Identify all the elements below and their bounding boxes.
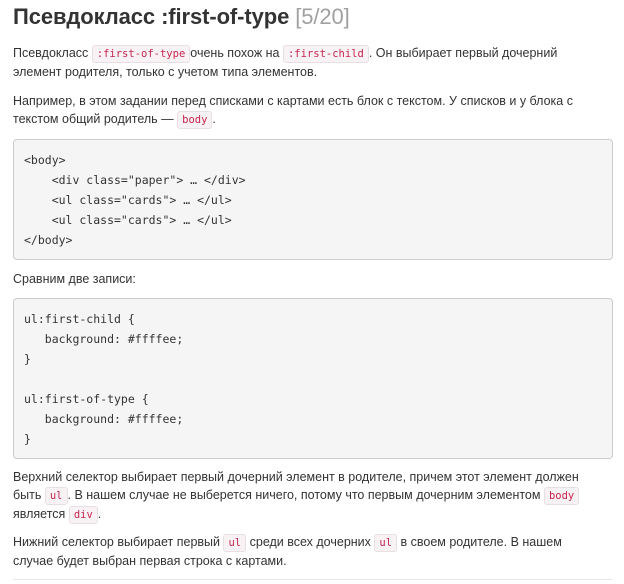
- text: является: [13, 507, 69, 521]
- text: Верхний селектор выбирает первый дочерни…: [13, 470, 579, 484]
- text: случае будет выбран первая строка с карт…: [13, 554, 287, 568]
- text: .: [97, 507, 102, 521]
- text: быть: [13, 488, 45, 502]
- text: среди всех дочерних: [246, 535, 375, 549]
- inline-code: ul: [223, 534, 247, 552]
- inline-code: :first-of-type: [91, 45, 191, 63]
- inline-code: ul: [44, 487, 68, 505]
- text: Псевдокласс: [13, 46, 92, 60]
- text: . В нашем случае не выберется ничего, по…: [67, 488, 544, 502]
- inline-code: body: [177, 111, 213, 129]
- inline-code: :first-child: [282, 45, 369, 63]
- paragraph-example: Например, в этом задании перед списками …: [13, 92, 613, 129]
- text: в своем родителе. В нашем: [397, 535, 562, 549]
- inline-code: div: [68, 506, 98, 524]
- text: очень похож на: [190, 46, 283, 60]
- title-text: Псевдокласс :first-of-type: [13, 4, 290, 29]
- paragraph-bottom-selector: Нижний селектор выбирает первый ul среди…: [13, 533, 613, 570]
- text: Например, в этом задании перед списками …: [13, 94, 573, 108]
- text: элемент родителя, только с учетом типа э…: [13, 65, 318, 79]
- code-block-html: <body> <div class="paper"> … </div> <ul …: [13, 139, 613, 260]
- inline-code: ul: [374, 534, 398, 552]
- text: Нижний селектор выбирает первый: [13, 535, 224, 549]
- text: .: [212, 112, 216, 126]
- text: . Он выбирает первый дочерний: [368, 46, 558, 60]
- lesson-progress: [5/20]: [295, 4, 350, 29]
- paragraph-compare: Сравним две записи:: [13, 272, 136, 286]
- bottom-divider: [13, 579, 612, 580]
- page-title: Псевдокласс :first-of-type [5/20]: [13, 0, 613, 34]
- paragraph-top-selector: Верхний селектор выбирает первый дочерни…: [13, 468, 613, 524]
- lesson-content: Псевдокласс :first-of-type [5/20] Псевдо…: [13, 0, 613, 570]
- paragraph-intro: Псевдокласс :first-of-type очень похож на…: [13, 44, 613, 81]
- inline-code: body: [543, 487, 580, 505]
- text: текстом общий родитель —: [13, 112, 178, 126]
- code-block-css: ul:first-child { background: #ffffee; } …: [13, 298, 613, 459]
